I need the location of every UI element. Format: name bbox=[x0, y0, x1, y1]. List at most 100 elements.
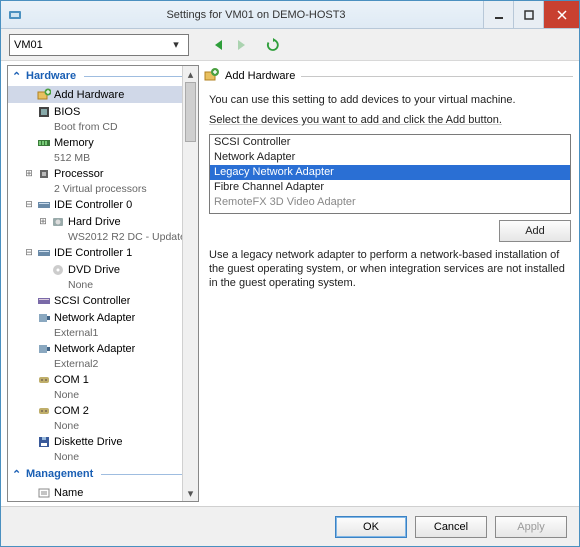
nav-back-button[interactable] bbox=[211, 37, 227, 53]
collapse-icon[interactable]: ⊟ bbox=[22, 247, 36, 258]
tree-item[interactable]: ⊞ Hard Drive bbox=[8, 213, 198, 230]
tree-item-label: Diskette Drive bbox=[54, 436, 122, 448]
section-header-management[interactable]: ⌃ Management bbox=[8, 464, 198, 484]
cpu-icon bbox=[36, 166, 52, 182]
refresh-button[interactable] bbox=[265, 37, 281, 53]
section-title: Management bbox=[26, 468, 93, 480]
tree-item-label: IDE Controller 0 bbox=[54, 199, 132, 211]
pane-instruction-2: Select the devices you want to add and c… bbox=[209, 113, 571, 127]
tree-item-subtext: None bbox=[8, 450, 198, 464]
dialog-footer: OK Cancel Apply bbox=[1, 506, 579, 546]
tree-item-subtext: None bbox=[8, 419, 198, 433]
tree-item-label: Network Adapter bbox=[54, 312, 135, 324]
add-icon bbox=[36, 87, 52, 103]
tree-item[interactable]: Add Hardware bbox=[8, 86, 198, 103]
maximize-button[interactable] bbox=[513, 1, 543, 28]
tree-item-label: BIOS bbox=[54, 106, 80, 118]
tree-item[interactable]: DVD Drive bbox=[8, 261, 198, 278]
tree-item[interactable]: Name bbox=[8, 484, 198, 501]
add-hardware-icon bbox=[203, 68, 219, 84]
tree-item[interactable]: COM 2 bbox=[8, 402, 198, 419]
device-listbox[interactable]: SCSI ControllerNetwork AdapterLegacy Net… bbox=[209, 134, 571, 214]
tree-item-label: Processor bbox=[54, 168, 104, 180]
device-option[interactable]: Network Adapter bbox=[210, 150, 570, 165]
minimize-button[interactable] bbox=[483, 1, 513, 28]
pane-description: Use a legacy network adapter to perform … bbox=[209, 248, 571, 291]
chevron-down-icon: ▾ bbox=[168, 38, 184, 51]
chevron-up-icon: ⌃ bbox=[12, 468, 22, 481]
settings-window: Settings for VM01 on DEMO-HOST3 VM01 ▾ ⌃… bbox=[0, 0, 580, 547]
tree-scrollbar[interactable]: ▴ ▾ bbox=[182, 66, 198, 501]
tree-item-subtext: Boot from CD bbox=[8, 120, 198, 134]
scroll-up-icon[interactable]: ▴ bbox=[183, 66, 198, 82]
nic-icon bbox=[36, 310, 52, 326]
tree-item[interactable]: ⊟ IDE Controller 1 bbox=[8, 244, 198, 261]
tree-item[interactable]: ⊟ IDE Controller 0 bbox=[8, 196, 198, 213]
tree-item-subtext: 512 MB bbox=[8, 151, 198, 165]
hdd-icon bbox=[50, 214, 66, 230]
window-title: Settings for VM01 on DEMO-HOST3 bbox=[29, 1, 483, 28]
tree-item[interactable]: ⊞ Processor bbox=[8, 165, 198, 182]
dvd-icon bbox=[50, 262, 66, 278]
tree-item-label: COM 2 bbox=[54, 405, 89, 417]
device-option[interactable]: Legacy Network Adapter bbox=[210, 165, 570, 180]
vm-selector-value: VM01 bbox=[14, 39, 43, 51]
pane-instruction-1: You can use this setting to add devices … bbox=[209, 93, 571, 107]
tree-item-subtext: None bbox=[8, 388, 198, 402]
tree-item[interactable]: Memory bbox=[8, 134, 198, 151]
tree-item-subtext: External1 bbox=[8, 326, 198, 340]
tree-item-label: Name bbox=[54, 487, 83, 499]
tree-item-subtext: None bbox=[8, 278, 198, 292]
vm-selector[interactable]: VM01 ▾ bbox=[9, 34, 189, 56]
nav-forward-button[interactable] bbox=[233, 37, 249, 53]
tree-item[interactable]: Network Adapter bbox=[8, 309, 198, 326]
tree-item-label: SCSI Controller bbox=[54, 295, 130, 307]
tree-item-subtext: 2 Virtual processors bbox=[8, 182, 198, 196]
tree-item-label: Memory bbox=[54, 137, 94, 149]
scsi-icon bbox=[36, 293, 52, 309]
pane-title: Add Hardware bbox=[225, 70, 295, 82]
bios-icon bbox=[36, 104, 52, 120]
tree-item[interactable]: BIOS bbox=[8, 103, 198, 120]
hardware-tree: ⌃ Hardware Add Hardware BIOS Boot from CD Mem… bbox=[7, 65, 199, 502]
details-pane: Add Hardware You can use this setting to… bbox=[203, 65, 573, 502]
scroll-down-icon[interactable]: ▾ bbox=[183, 485, 198, 501]
scroll-thumb[interactable] bbox=[185, 82, 196, 142]
ok-button[interactable]: OK bbox=[335, 516, 407, 538]
tree-item-label: Add Hardware bbox=[54, 89, 124, 101]
cancel-button[interactable]: Cancel bbox=[415, 516, 487, 538]
tree-item[interactable]: Network Adapter bbox=[8, 340, 198, 357]
tree-item[interactable]: COM 1 bbox=[8, 371, 198, 388]
tree-item[interactable]: SCSI Controller bbox=[8, 292, 198, 309]
device-option[interactable]: Fibre Channel Adapter bbox=[210, 180, 570, 195]
tree-item-label: Network Adapter bbox=[54, 343, 135, 355]
tree-item[interactable]: Diskette Drive bbox=[8, 433, 198, 450]
expand-icon[interactable]: ⊞ bbox=[22, 168, 36, 179]
ide-icon bbox=[36, 197, 52, 213]
close-button[interactable] bbox=[543, 1, 579, 28]
expand-icon[interactable]: ⊞ bbox=[36, 216, 50, 227]
titlebar: Settings for VM01 on DEMO-HOST3 bbox=[1, 1, 579, 29]
tree-item-label: DVD Drive bbox=[68, 264, 120, 276]
tree-item-subtext: External2 bbox=[8, 357, 198, 371]
apply-button[interactable]: Apply bbox=[495, 516, 567, 538]
com-icon bbox=[36, 372, 52, 388]
ide-icon bbox=[36, 245, 52, 261]
tree-item-label: Hard Drive bbox=[68, 216, 121, 228]
tree-item-subtext: WS2012 R2 DC - Update - ... bbox=[8, 230, 198, 244]
com-icon bbox=[36, 403, 52, 419]
collapse-icon[interactable]: ⊟ bbox=[22, 199, 36, 210]
section-title: Hardware bbox=[26, 70, 76, 82]
chevron-up-icon: ⌃ bbox=[12, 70, 22, 83]
memory-icon bbox=[36, 135, 52, 151]
device-option: RemoteFX 3D Video Adapter bbox=[210, 195, 570, 210]
device-option[interactable]: SCSI Controller bbox=[210, 135, 570, 150]
section-header-hardware[interactable]: ⌃ Hardware bbox=[8, 66, 198, 86]
floppy-icon bbox=[36, 434, 52, 450]
tree-item-label: IDE Controller 1 bbox=[54, 247, 132, 259]
vm-settings-icon bbox=[1, 1, 29, 28]
add-button[interactable]: Add bbox=[499, 220, 571, 242]
toolbar: VM01 ▾ bbox=[1, 29, 579, 61]
nic-icon bbox=[36, 341, 52, 357]
body: ⌃ Hardware Add Hardware BIOS Boot from CD Mem… bbox=[1, 61, 579, 506]
